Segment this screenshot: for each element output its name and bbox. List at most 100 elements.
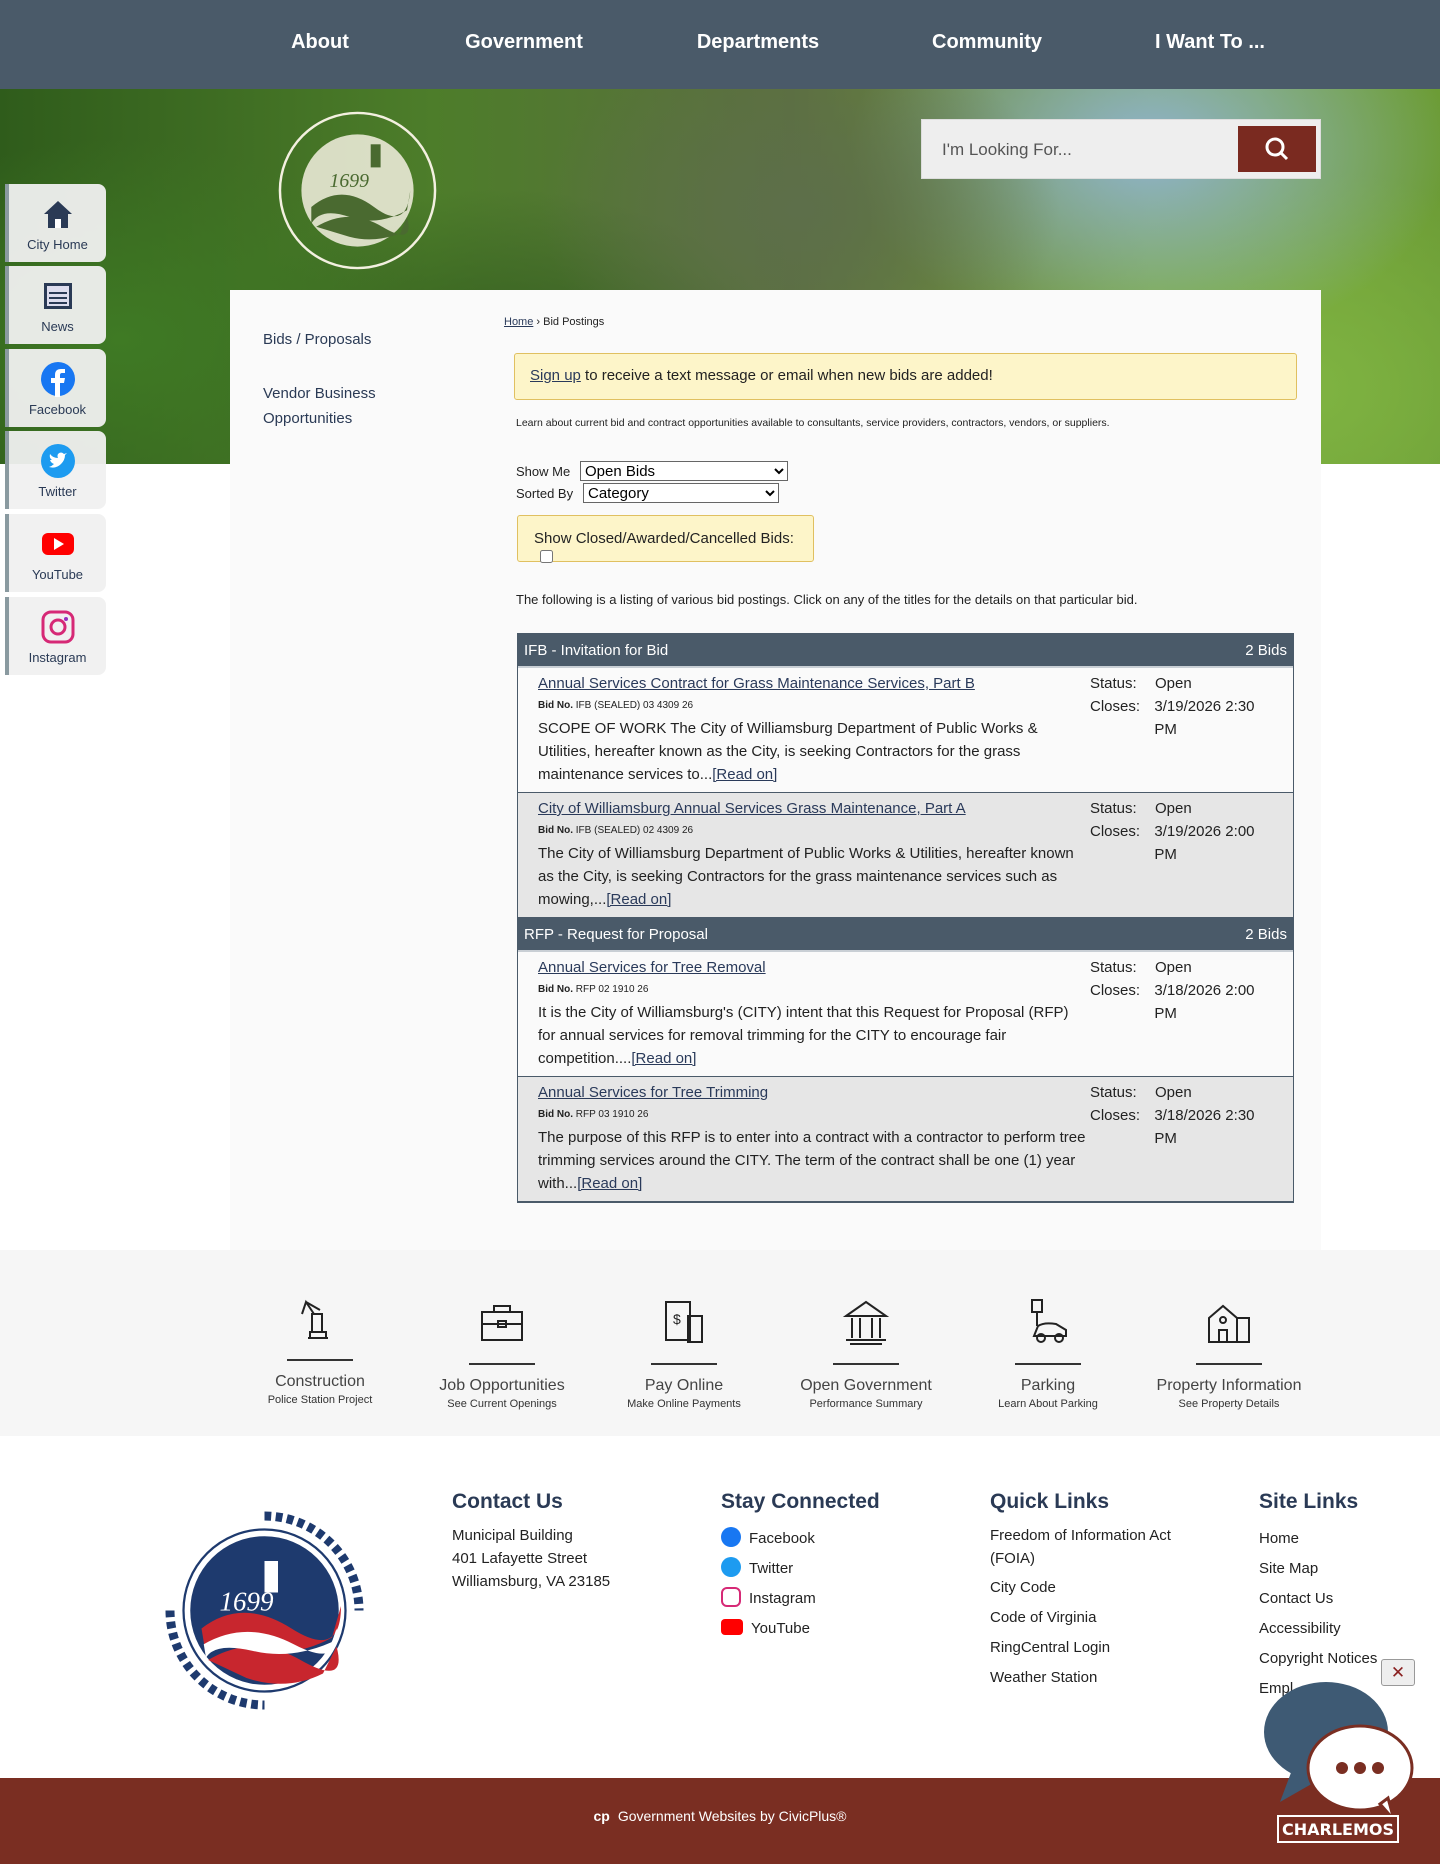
quicklink-property-information[interactable]: Property Information See Property Detail… [1144, 1296, 1314, 1410]
category-header: RFP - Request for Proposal 2 Bids [518, 918, 1293, 952]
show-me-label: Show Me [516, 464, 571, 479]
footer-site-links: Site Links Home Site Map Contact Us Acce… [1259, 1490, 1377, 1704]
footer-twitter-link[interactable]: Twitter [721, 1554, 880, 1584]
read-on-link[interactable]: [Read on] [631, 1050, 696, 1067]
sidebar-city-home[interactable]: City Home [5, 184, 106, 262]
quicklink-icon [1031, 1299, 1067, 1343]
bid-row: Annual Services for Tree Removal Bid No.… [518, 952, 1293, 1077]
facebook-icon [721, 1527, 741, 1547]
svg-text:1699: 1699 [329, 170, 369, 192]
top-nav: About Government Departments Community I… [0, 0, 1440, 89]
sidebar-youtube[interactable]: YouTube [5, 514, 106, 592]
read-on-link[interactable]: [Read on] [606, 891, 671, 908]
bid-status: Status: Open Closes: 3/19/2026 2:30 PM [1090, 675, 1255, 738]
search-input[interactable]: I'm Looking For... [942, 140, 1072, 160]
footer-link-copyright[interactable]: Copyright Notices [1259, 1644, 1377, 1674]
footer-instagram-link[interactable]: Instagram [721, 1584, 880, 1614]
show-closed-checkbox[interactable] [540, 549, 553, 563]
read-on-link[interactable]: [Read on] [712, 766, 777, 783]
footer-youtube-link[interactable]: YouTube [721, 1614, 880, 1644]
quicklink-job-opportunities[interactable]: Job Opportunities See Current Openings [417, 1296, 587, 1410]
bid-description: It is the City of Williamsburg's (CITY) … [538, 1004, 1069, 1067]
read-on-link[interactable]: [Read on] [577, 1175, 642, 1192]
quicklink-parking[interactable]: Parking Learn About Parking [963, 1296, 1133, 1410]
footer-bar: cp Government Websites by CivicPlus® [0, 1778, 1440, 1864]
youtube-icon [721, 1619, 743, 1635]
footer-link-code-of-virginia[interactable]: Code of Virginia [990, 1603, 1180, 1633]
listing-text: The following is a listing of various bi… [516, 592, 1138, 607]
signup-link[interactable]: Sign up [530, 367, 581, 384]
leftnav-bids-proposals[interactable]: Bids / Proposals [263, 327, 403, 352]
footer-facebook-link[interactable]: Facebook [721, 1524, 880, 1554]
breadcrumb: Home › Bid Postings [504, 316, 605, 328]
youtube-icon [41, 533, 74, 555]
breadcrumb-current: Bid Postings [543, 316, 605, 328]
show-me-select[interactable]: Open Bids [580, 461, 788, 481]
chat-widget[interactable]: CHARLEMOS [1262, 1680, 1417, 1845]
signup-alert: Sign up to receive a text message or ema… [514, 353, 1297, 400]
intro-text: Learn about current bid and contract opp… [516, 417, 1110, 429]
footer-link-contact[interactable]: Contact Us [1259, 1584, 1377, 1614]
bid-description: The City of Williamsburg Department of P… [538, 845, 1074, 908]
nav-community[interactable]: Community [932, 31, 1042, 54]
nav-i-want-to[interactable]: I Want To ... [1155, 31, 1265, 54]
instagram-icon [721, 1587, 741, 1607]
sidebar-instagram[interactable]: Instagram [5, 597, 106, 675]
bid-status: Status: Open Closes: 3/18/2026 2:30 PM [1090, 1084, 1255, 1147]
facebook-icon [40, 362, 75, 397]
footer-link-city-code[interactable]: City Code [990, 1573, 1180, 1603]
footer-link-weather[interactable]: Weather Station [990, 1663, 1180, 1693]
bid-count: 2 Bids [1245, 642, 1287, 659]
quicklink-icon [301, 1299, 328, 1339]
home-icon [43, 201, 72, 228]
search-button[interactable] [1238, 126, 1316, 172]
quicklink-construction[interactable]: Construction Police Station Project [235, 1292, 405, 1406]
footer-quick-links: Quick Links Freedom of Information Act (… [990, 1490, 1180, 1693]
quicklink-icon [481, 1305, 523, 1341]
footer-link-accessibility[interactable]: Accessibility [1259, 1614, 1377, 1644]
footer-link-site-map[interactable]: Site Map [1259, 1554, 1377, 1584]
svg-text:$: $ [673, 1311, 681, 1327]
nav-government[interactable]: Government [465, 31, 583, 54]
bid-row: Annual Services for Tree Trimming Bid No… [518, 1077, 1293, 1202]
sorted-by-select[interactable]: Category [583, 483, 779, 503]
sorted-by-label: Sorted By [516, 486, 574, 501]
quicklink-icon: $ [665, 1301, 703, 1343]
nav-departments[interactable]: Departments [697, 31, 819, 54]
bid-row: Annual Services Contract for Grass Maint… [518, 668, 1293, 793]
category-header: IFB - Invitation for Bid 2 Bids [518, 634, 1293, 668]
breadcrumb-home[interactable]: Home [504, 316, 533, 328]
search-icon [1265, 137, 1289, 161]
quicklink-icon [842, 1300, 890, 1345]
footer-link-home[interactable]: Home [1259, 1524, 1377, 1554]
bid-description: SCOPE OF WORK The City of Williamsburg D… [538, 720, 1038, 783]
bid-status: Status: Open Closes: 3/18/2026 2:00 PM [1090, 959, 1255, 1022]
footer-link-ringcentral[interactable]: RingCentral Login [990, 1633, 1180, 1663]
sidebar-news[interactable]: News [5, 266, 106, 344]
footer-city-seal-logo[interactable]: 1699 [152, 1498, 377, 1723]
twitter-icon [40, 444, 75, 478]
bid-description: The purpose of this RFP is to enter into… [538, 1129, 1086, 1192]
footer-stay-connected: Stay Connected Facebook Twitter Instagra… [721, 1490, 880, 1644]
show-closed-box: Show Closed/Awarded/Cancelled Bids: [517, 515, 814, 563]
news-icon [43, 283, 72, 309]
instagram-icon [41, 610, 74, 644]
bid-row: City of Williamsburg Annual Services Gra… [518, 793, 1293, 918]
nav-about[interactable]: About [291, 31, 349, 54]
search-box: I'm Looking For... [921, 119, 1321, 179]
quicklink-open-government[interactable]: Open Government Performance Summary [781, 1296, 951, 1410]
leftnav-vendor-business[interactable]: Vendor Business Opportunities [263, 381, 403, 431]
chat-label: CHARLEMOS [1282, 1820, 1394, 1839]
sidebar-facebook[interactable]: Facebook [5, 349, 106, 427]
bid-status: Status: Open Closes: 3/19/2026 2:00 PM [1090, 800, 1255, 863]
bid-count: 2 Bids [1245, 926, 1287, 943]
civicplus-link[interactable]: Government Websites by CivicPlus® [618, 1808, 847, 1824]
footer-link-foia[interactable]: Freedom of Information Act (FOIA) [990, 1524, 1180, 1570]
sidebar-twitter[interactable]: Twitter [5, 431, 106, 509]
quicklink-pay-online[interactable]: $ Pay Online Make Online Payments [599, 1296, 769, 1410]
bid-table: IFB - Invitation for Bid 2 Bids Annual Se… [517, 633, 1294, 1203]
quicklink-icon [1208, 1304, 1250, 1343]
twitter-icon [721, 1557, 741, 1577]
city-seal-logo[interactable]: 1699 [275, 108, 440, 273]
footer-contact: Contact Us Municipal Building 401 Lafaye… [452, 1490, 611, 1590]
